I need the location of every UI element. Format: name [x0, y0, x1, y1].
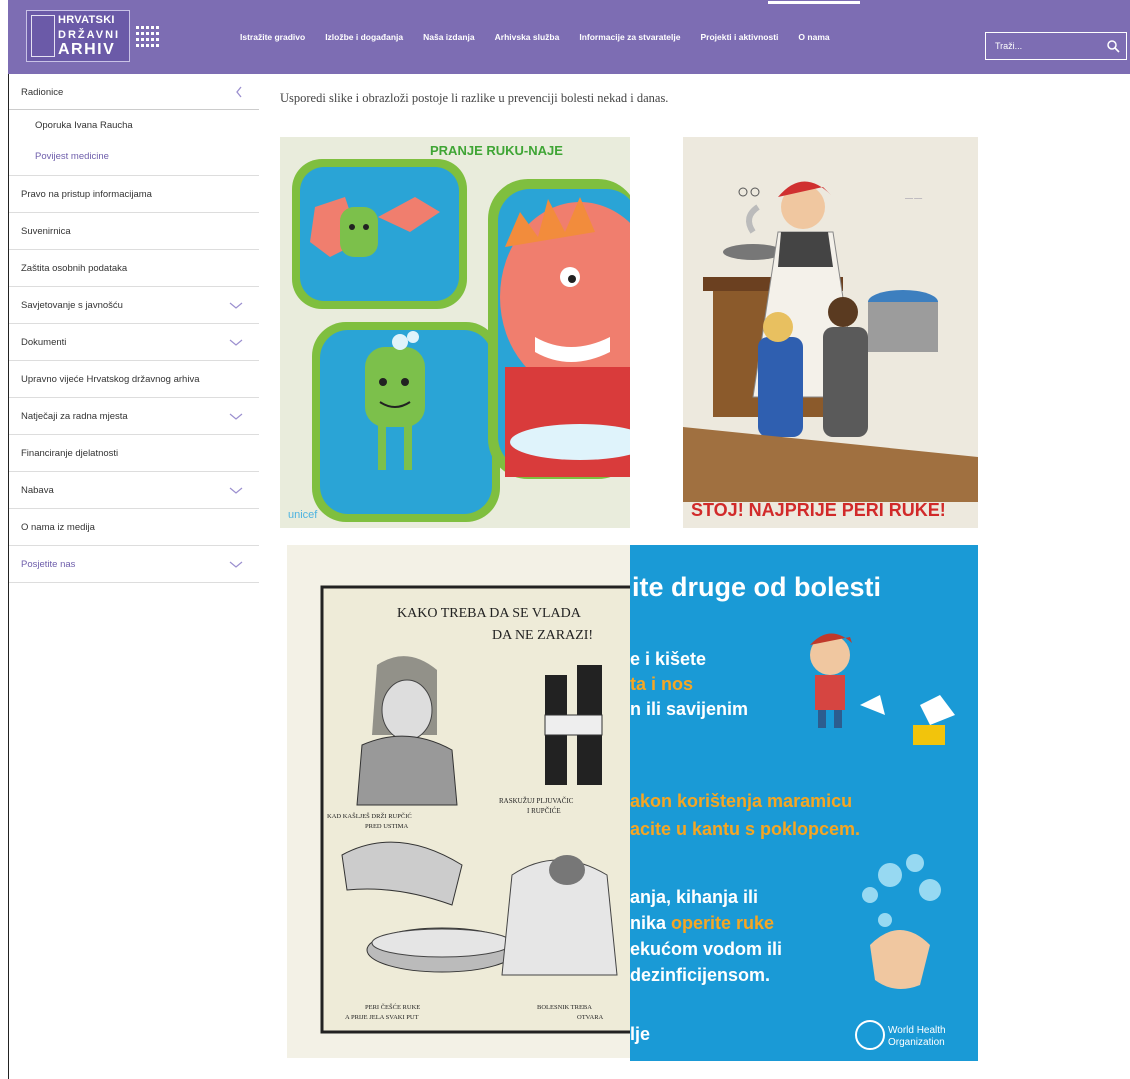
who-line-1: e i kišete — [630, 649, 706, 669]
nav-informacije-za-stvaratelje[interactable]: Informacije za stvaratelje — [579, 32, 680, 42]
search-button[interactable] — [1106, 39, 1120, 53]
unicef-brand: unicef — [288, 509, 318, 521]
who-title: ite druge od bolesti — [632, 572, 881, 602]
who-org-1: World Health — [888, 1025, 946, 1036]
chevron-down-icon[interactable] — [229, 302, 243, 310]
who-line-7-part-b: operite ruke — [671, 913, 774, 933]
nav-istrazite-gradivo[interactable]: Istražite gradivo — [240, 32, 305, 42]
kako-title-2: DA NE ZARAZI! — [492, 628, 593, 643]
chevron-left-icon[interactable] — [235, 86, 243, 98]
kako-label-d2: OTVARA — [577, 1014, 604, 1021]
search-box — [985, 32, 1127, 60]
logo-line-3: ARHIV — [58, 41, 116, 58]
logo-line-2: DRŽAVNI — [58, 29, 121, 41]
nav-o-nama[interactable]: O nama — [768, 1, 860, 42]
chevron-down-icon[interactable] — [229, 561, 243, 569]
who-line-10: lje — [630, 1024, 650, 1044]
nav-izlozbe-i-dogadanja[interactable]: Izložbe i događanja — [325, 32, 403, 42]
hda-logo[interactable]: HRVATSKI DRŽAVNI ARHIV — [26, 10, 130, 62]
who-org-2: Organization — [888, 1037, 945, 1048]
sidebar-item-label: Pravo na pristup informacijama — [21, 189, 152, 200]
who-line-6: anja, kihanja ili — [630, 887, 758, 907]
kako-title-1: KAKO TREBA DA SE VLADA — [397, 606, 582, 621]
sidebar-item-natjecaji[interactable]: Natječaji za radna mjesta — [9, 398, 259, 435]
sidebar-item-dokumenti[interactable]: Dokumenti — [9, 324, 259, 361]
main-nav: Istražite gradivo Izložbe i događanja Na… — [240, 0, 860, 74]
who-poster-image[interactable]: ite druge od bolesti e i kišete ta i nos… — [630, 545, 978, 1061]
sidebar-item-suvenirnica[interactable]: Suvenirnica — [9, 213, 259, 250]
unicef-title: PRANJE RUKU-NAJE — [430, 143, 563, 158]
sidebar-subitem-oporuka[interactable]: Oporuka Ivana Raucha — [9, 110, 259, 141]
sidebar-subitem-povijest-medicine[interactable]: Povijest medicine — [9, 141, 259, 176]
chevron-down-icon[interactable] — [229, 487, 243, 495]
nav-arhivska-sluzba[interactable]: Arhivska služba — [495, 32, 560, 42]
who-line-7: nika operite ruke — [630, 913, 774, 933]
sidebar-item-o-nama-iz-medija[interactable]: O nama iz medija — [9, 509, 259, 546]
sidebar-item-label: Financiranje djelatnosti — [21, 448, 119, 459]
kako-treba-poster-image[interactable]: KAKO TREBA DA SE VLADA DA NE ZARAZI! RAS… — [287, 545, 630, 1058]
sidebar-item-pravo[interactable]: Pravo na pristup informacijama — [9, 176, 259, 213]
kako-treba-illustration: KAKO TREBA DA SE VLADA DA NE ZARAZI! RAS… — [287, 545, 630, 1058]
unicef-handwashing-image[interactable]: PRANJE RUKU-NAJE unicef — [280, 137, 630, 528]
chevron-down-icon[interactable] — [229, 413, 243, 421]
who-line-7-part-a: nika — [630, 913, 671, 933]
who-line-2: ta i nos — [630, 674, 693, 694]
sidebar-item-label: Dokumenti — [21, 337, 67, 348]
sidebar-item-financiranje[interactable]: Financiranje djelatnosti — [9, 435, 259, 472]
who-line-3: n ili savijenim — [630, 699, 748, 719]
nav-nasa-izdanja[interactable]: Naša izdanja — [423, 32, 475, 42]
kako-label-a: KAD KAŠLJEŠ DRŽI RUPČIĆ — [327, 812, 412, 820]
sidebar-section-radionice[interactable]: Radionice — [9, 76, 259, 110]
kako-label-b: RASKUŽUJ PLJUVAČIC — [499, 797, 574, 805]
logo-line-1: HRVATSKI — [58, 14, 115, 26]
sidebar-item-posjetite-nas[interactable]: Posjetite nas — [9, 546, 259, 583]
search-input[interactable] — [986, 33, 1098, 59]
sidebar-item-label: Nabava — [21, 485, 54, 496]
stoj-caption: STOJ! NAJPRIJE PERI RUKE! — [691, 500, 946, 520]
sidebar-item-savjetovanje[interactable]: Savjetovanje s javnošću — [9, 287, 259, 324]
kako-label-a2: PRED USTIMA — [365, 823, 408, 830]
site-header: HRVATSKI DRŽAVNI ARHIV Istražite gradivo… — [8, 0, 1130, 74]
svg-text:—— ——: —— —— — [905, 195, 922, 200]
sidebar-item-label: Upravno vijeće Hrvatskog državnog arhiva — [21, 374, 200, 385]
unicef-illustration: PRANJE RUKU-NAJE unicef — [280, 137, 630, 528]
who-line-5: acite u kantu s poklopcem. — [630, 819, 860, 839]
sidebar-item-label: Posjetite nas — [21, 559, 76, 570]
stoj-poster-image[interactable]: —— —— STOJ! NAJPRIJE PERI RUKE! — [683, 137, 978, 528]
who-illustration: ite druge od bolesti e i kišete ta i nos… — [630, 545, 978, 1061]
who-line-8: ekućom vodom ili — [630, 939, 782, 959]
stoj-poster-illustration: —— —— STOJ! NAJPRIJE PERI RUKE! — [683, 137, 978, 528]
intro-text: Usporedi slike i obrazloži postoje li ra… — [280, 91, 669, 105]
who-line-4: akon korištenja maramicu — [630, 791, 852, 811]
sidebar-item-nabava[interactable]: Nabava — [9, 472, 259, 509]
sidebar: Radionice Oporuka Ivana Raucha Povijest … — [9, 76, 259, 583]
sidebar-item-label: O nama iz medija — [21, 522, 95, 533]
nav-projekti-i-aktivnosti[interactable]: Projekti i aktivnosti — [700, 32, 778, 42]
sidebar-item-zastita[interactable]: Zaštita osobnih podataka — [9, 250, 259, 287]
kako-label-b2: I RUPČIĆE — [527, 807, 561, 815]
kako-label-d: BOLESNIK TREBA — [537, 1004, 592, 1011]
sidebar-item-label: Natječaji za radna mjesta — [21, 411, 128, 422]
logo-emblem — [31, 15, 55, 57]
sidebar-item-upravno-vijece[interactable]: Upravno vijeće Hrvatskog državnog arhiva — [9, 361, 259, 398]
sidebar-item-label: Suvenirnica — [21, 226, 71, 237]
search-icon — [1107, 40, 1120, 53]
who-line-9: dezinficijensom. — [630, 965, 770, 985]
kako-label-c: PERI ČEŠĆE RUKE — [365, 1003, 420, 1011]
apps-grid-icon[interactable] — [136, 26, 160, 48]
sidebar-item-label: Savjetovanje s javnošću — [21, 300, 123, 311]
kako-label-c2: A PRIJE JELA SVAKI PUT — [345, 1014, 419, 1021]
chevron-down-icon[interactable] — [229, 339, 243, 347]
sidebar-item-label: Zaštita osobnih podataka — [21, 263, 128, 274]
sidebar-section-label: Radionice — [21, 87, 64, 98]
